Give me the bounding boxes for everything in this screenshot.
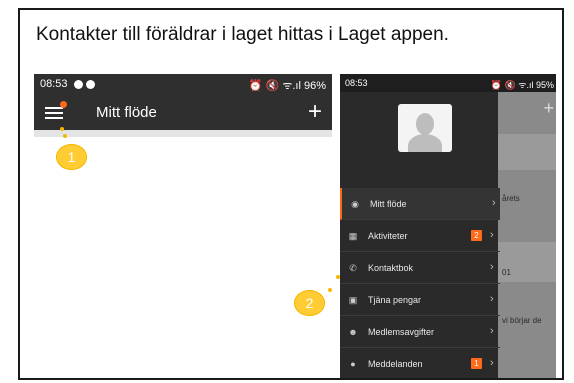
messenger-icon: [86, 80, 95, 89]
navigation-drawer: ◉ Mitt flöde › ▦ Aktiviteter 2 › ✆ Konta…: [340, 188, 500, 378]
app-title: Mitt flöde: [96, 104, 157, 121]
menu-item-label: Meddelanden: [368, 359, 423, 369]
hamburger-menu-icon[interactable]: [45, 106, 63, 120]
phone-screenshot-drawer: årets 01 vi börjar de 08:53 ⏰ 🔇 ᯤ.ıl 95%…: [340, 74, 556, 378]
add-icon[interactable]: +: [543, 98, 554, 119]
menu-item-label: Kontaktbok: [368, 263, 414, 273]
slide-title: Kontakter till föräldrar i laget hittas …: [36, 24, 449, 45]
menu-item-tjana-pengar[interactable]: ▣ Tjäna pengar ›: [340, 284, 500, 316]
money-icon: ▣: [348, 295, 358, 305]
count-badge: 1: [471, 358, 482, 369]
menu-item-mitt-flode[interactable]: ◉ Mitt flöde ›: [340, 188, 500, 220]
count-badge: 2: [471, 230, 482, 241]
menu-item-label: Tjäna pengar: [368, 295, 422, 305]
add-icon[interactable]: +: [308, 98, 322, 126]
marker-dot: [60, 127, 64, 131]
status-bar: 08:53 ⏰ 🔇 ᯤ.ıl 96%: [34, 74, 332, 96]
notification-dot-icon: [60, 101, 67, 108]
chevron-right-icon: ›: [490, 229, 494, 241]
menu-item-kontaktbok[interactable]: ✆ Kontaktbok ›: [340, 252, 500, 284]
chevron-right-icon: ›: [490, 357, 494, 369]
status-indicators: ⏰ 🔇 ᯤ.ıl 96%: [248, 80, 326, 92]
phone-screenshot-feed: 08:53 ⏰ 🔇 ᯤ.ıl 96% Mitt flöde + 1: [34, 74, 332, 378]
status-indicators: ⏰ 🔇 ᯤ.ıl 95%: [490, 80, 554, 90]
step-marker-1: 1: [56, 144, 87, 170]
tutorial-slide: Kontakter till föräldrar i laget hittas …: [18, 8, 564, 380]
calendar-icon: ▦: [348, 231, 358, 241]
menu-item-medlemsavgifter[interactable]: ☻ Medlemsavgifter ›: [340, 316, 500, 348]
chevron-right-icon: ›: [492, 197, 496, 209]
menu-item-label: Mitt flöde: [370, 199, 407, 209]
app-bar: Mitt flöde +: [34, 96, 332, 130]
menu-item-meddelanden[interactable]: ● Meddelanden 1 ›: [340, 348, 500, 378]
status-bar: 08:53 ⏰ 🔇 ᯤ.ıl 95%: [340, 74, 556, 92]
menu-item-label: Aktiviteter: [368, 231, 408, 241]
chat-icon: ●: [350, 359, 356, 369]
chevron-right-icon: ›: [490, 261, 494, 273]
phone-icon: ✆: [349, 263, 357, 273]
marker-dot: [328, 288, 332, 292]
people-icon: ☻: [348, 327, 358, 337]
menu-item-aktiviteter[interactable]: ▦ Aktiviteter 2 ›: [340, 220, 500, 252]
status-time: 08:53: [345, 78, 368, 88]
chevron-right-icon: ›: [490, 325, 494, 337]
messenger-icon: [74, 80, 83, 89]
background-text: vi börjar de: [502, 316, 542, 325]
chevron-right-icon: ›: [490, 293, 494, 305]
background-feed: årets 01 vi börjar de: [498, 74, 556, 378]
divider: [34, 130, 332, 137]
marker-dot: [63, 134, 67, 138]
marker-dot: [336, 275, 340, 279]
background-text: årets: [502, 194, 520, 203]
menu-item-label: Medlemsavgifter: [368, 327, 435, 337]
status-time: 08:53: [40, 78, 68, 90]
step-marker-2: 2: [294, 290, 325, 316]
background-text: 01: [502, 268, 511, 277]
avatar[interactable]: [398, 104, 452, 152]
eye-icon: ◉: [351, 199, 359, 209]
